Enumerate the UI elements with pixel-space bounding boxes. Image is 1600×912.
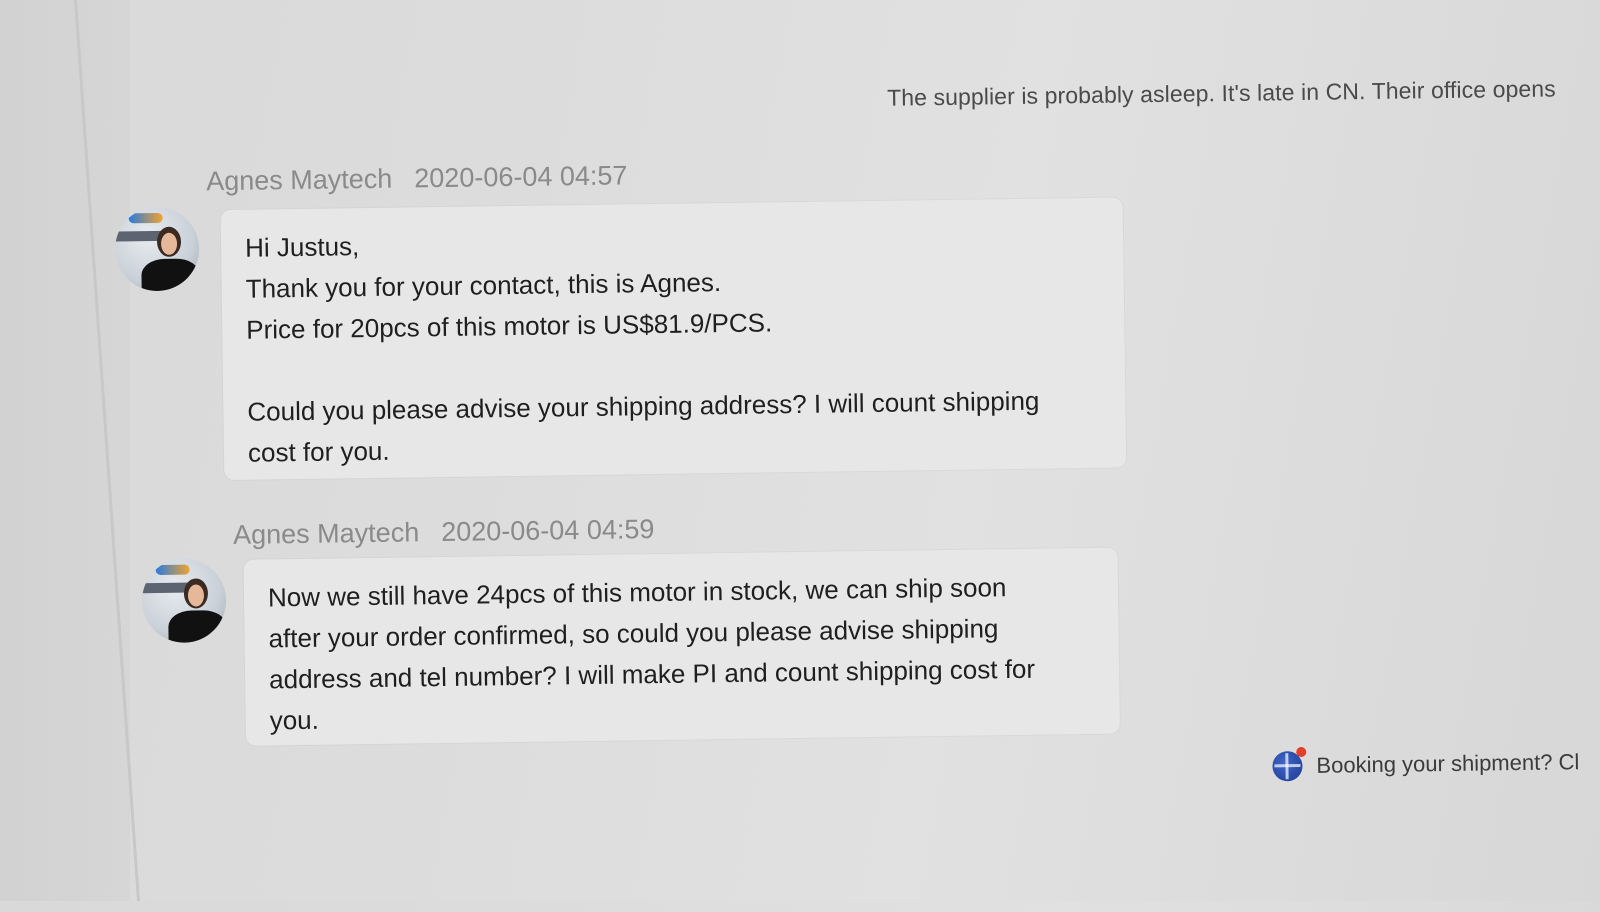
- message-bubble: Now we still have 24pcs of this motor in…: [243, 547, 1120, 746]
- message-header: Agnes Maytech 2020-06-04 04:57: [206, 160, 628, 197]
- message-bubble: Hi Justus, Thank you for your contact, t…: [220, 197, 1127, 481]
- message-timestamp: 2020-06-04 04:57: [414, 160, 628, 194]
- chat-conversation: The supplier is probably asleep. It's la…: [0, 0, 1600, 912]
- avatar-body: [141, 258, 200, 292]
- avatar-logo: [128, 212, 163, 224]
- notification-dot: [1296, 746, 1307, 758]
- supplier-offline-notice: The supplier is probably asleep. It's la…: [886, 75, 1556, 111]
- avatar-face: [160, 232, 178, 255]
- message-timestamp: 2020-06-04 04:59: [441, 514, 655, 548]
- avatar-face: [187, 584, 205, 607]
- sender-name: Agnes Maytech: [205, 163, 393, 197]
- sender-name: Agnes Maytech: [232, 517, 420, 550]
- message-header: Agnes Maytech 2020-06-04 04:59: [233, 514, 655, 551]
- booking-shipment-link[interactable]: Booking your shipment? Cl: [1272, 746, 1580, 782]
- globe-icon: [1272, 746, 1307, 782]
- avatar-logo: [155, 564, 190, 576]
- sender-avatar[interactable]: [141, 558, 227, 644]
- avatar-body: [168, 610, 227, 644]
- sender-avatar[interactable]: [114, 206, 200, 292]
- booking-text: Booking your shipment? Cl: [1316, 749, 1580, 778]
